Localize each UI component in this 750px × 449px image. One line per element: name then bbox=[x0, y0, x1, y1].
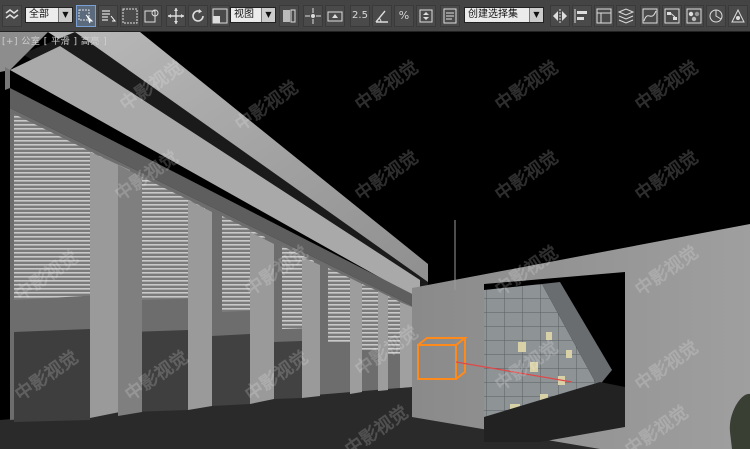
viewport-label[interactable]: [+] 公室 [ 平滑 ] 高亮 ] bbox=[2, 34, 107, 47]
select-object-button[interactable] bbox=[76, 5, 96, 27]
select-by-name-icon[interactable] bbox=[98, 5, 118, 27]
curve-editor-icon[interactable] bbox=[640, 5, 660, 27]
reference-coordinate-value: 视图 bbox=[234, 9, 254, 20]
rotate-icon[interactable] bbox=[188, 5, 208, 27]
reference-coordinate-dropdown[interactable]: 视图 ▼ bbox=[230, 7, 276, 23]
pivot-center-icon[interactable] bbox=[279, 5, 299, 27]
window-crossing-icon[interactable] bbox=[142, 5, 162, 27]
chevron-down-icon: ▼ bbox=[261, 8, 275, 22]
selection-filter-dropdown[interactable]: 全部 ▼ bbox=[25, 7, 73, 23]
main-toolbar: 全部 ▼ 视图 ▼ 2.5 % 创建选择集 ▼ bbox=[0, 0, 750, 32]
chevron-down-icon: ▼ bbox=[529, 8, 543, 22]
percent-snap-label: % bbox=[398, 9, 410, 22]
selection-filter-value: 全部 bbox=[29, 9, 49, 20]
named-selection-set-value: 创建选择集 bbox=[468, 9, 518, 20]
column bbox=[188, 200, 212, 410]
perspective-viewport[interactable]: [+] 公室 [ 平滑 ] 高亮 ] 中影视觉 中影视觉 中影视觉 中影视觉 中… bbox=[0, 32, 750, 449]
undo-icon[interactable] bbox=[2, 5, 22, 27]
render-setup-icon[interactable] bbox=[706, 5, 726, 27]
align-icon[interactable] bbox=[572, 5, 592, 27]
rect-selection-region-icon[interactable] bbox=[120, 5, 140, 27]
toggle-scene-explorer-icon[interactable] bbox=[594, 5, 614, 27]
angle-snap-icon[interactable] bbox=[372, 5, 392, 27]
column bbox=[302, 257, 320, 398]
roof-edge bbox=[5, 67, 10, 90]
bay-opening bbox=[212, 334, 250, 406]
chevron-down-icon: ▼ bbox=[58, 8, 72, 22]
material-editor-icon[interactable] bbox=[684, 5, 704, 27]
snap-toggle-label: 2.5 bbox=[352, 10, 368, 21]
edit-named-selection-icon[interactable] bbox=[440, 5, 460, 27]
schematic-view-icon[interactable] bbox=[662, 5, 682, 27]
mirror-icon[interactable] bbox=[550, 5, 570, 27]
toggle-layer-explorer-icon[interactable] bbox=[616, 5, 636, 27]
lit-window bbox=[566, 350, 572, 358]
scale-icon[interactable] bbox=[210, 5, 230, 27]
select-and-manipulate-icon[interactable] bbox=[303, 5, 323, 27]
snap-toggle-button[interactable]: 2.5 bbox=[350, 5, 370, 27]
rendered-frame-window-icon[interactable] bbox=[728, 5, 748, 27]
named-selection-set-dropdown[interactable]: 创建选择集 ▼ bbox=[464, 7, 544, 23]
spinner-snap-icon[interactable] bbox=[416, 5, 436, 27]
louver-panel bbox=[328, 268, 350, 342]
keyboard-shortcut-override-icon[interactable] bbox=[325, 5, 345, 27]
percent-snap-button[interactable]: % bbox=[394, 5, 414, 27]
move-icon[interactable] bbox=[166, 5, 186, 27]
